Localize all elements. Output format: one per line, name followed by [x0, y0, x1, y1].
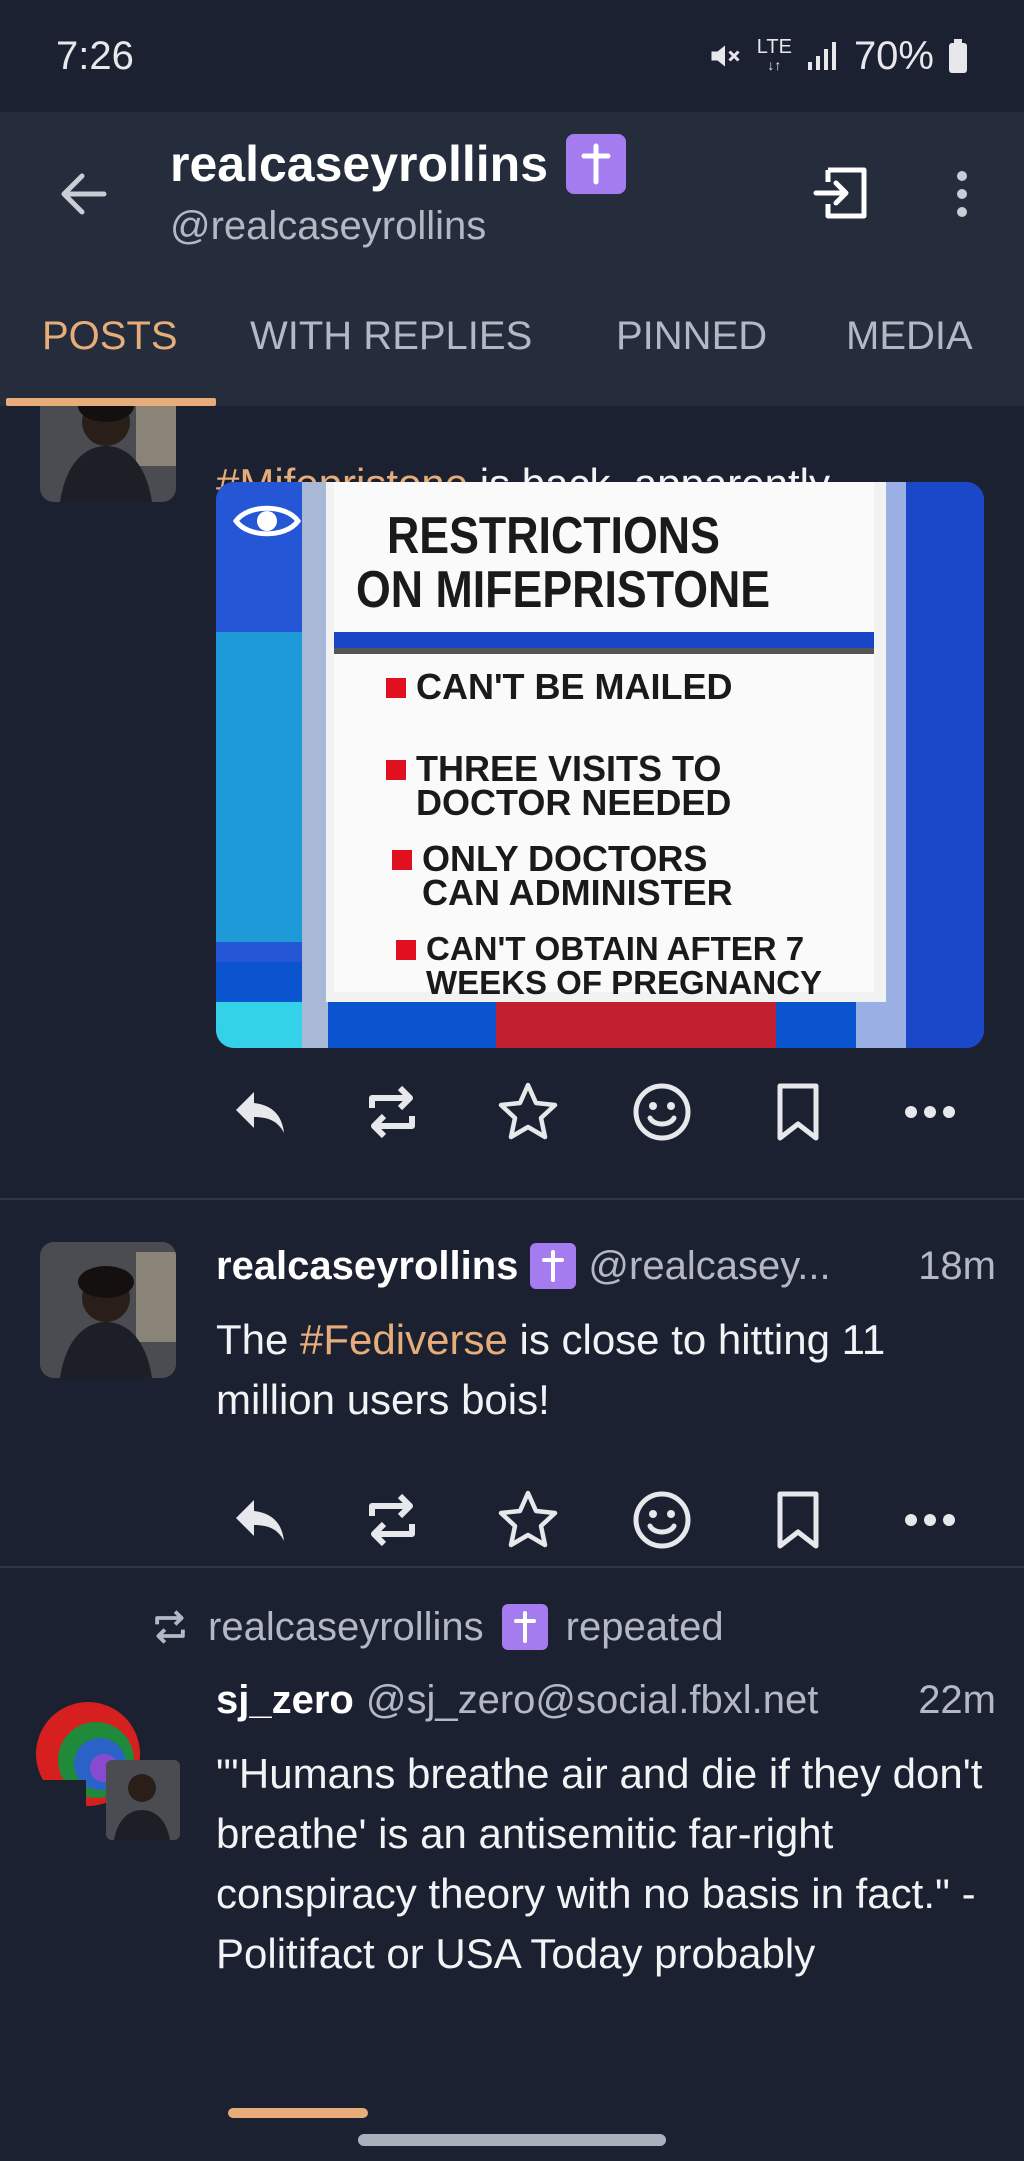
status-icons: LTE ↓↑ 70% — [707, 34, 968, 79]
battery-icon — [949, 39, 967, 73]
smiley-icon — [633, 1083, 691, 1141]
react-button[interactable] — [622, 1480, 702, 1560]
more-horizontal-icon — [905, 1514, 955, 1526]
repeat-icon — [369, 1493, 415, 1547]
post-actions — [216, 1480, 996, 1560]
author-name[interactable]: realcaseyrollins — [216, 1244, 518, 1289]
repeated-label: repeated — [565, 1604, 724, 1649]
smiley-icon — [633, 1491, 691, 1549]
author-name[interactable]: sj_zero — [216, 1678, 354, 1723]
author-handle[interactable]: @realcasey... — [588, 1244, 830, 1289]
profile-name: realcaseyrollins — [170, 136, 549, 192]
eye-icon — [232, 505, 302, 537]
logout-icon — [813, 167, 867, 219]
post-content: "'Humans breathe air and die if they don… — [216, 1750, 983, 1977]
tab-with-replies[interactable]: WITH REPLIES — [250, 314, 532, 359]
boost-button[interactable] — [352, 1072, 432, 1152]
repeat-icon — [155, 1610, 185, 1644]
media-attachment[interactable]: RESTRICTIONS ON MIFEPRISTONE CAN'T BE MA… — [216, 482, 984, 1048]
post-time: 22m — [918, 1677, 996, 1722]
repeated-by-line: realcaseyrollins repeated — [150, 1604, 724, 1650]
post-item[interactable]: #Mifepristone is back, apparently RESTRI… — [0, 406, 1024, 1141]
profile-handle: @realcaseyrollins — [170, 204, 487, 248]
boost-button[interactable] — [352, 1480, 432, 1560]
react-button[interactable] — [622, 1072, 702, 1152]
post-actions — [216, 1072, 996, 1152]
cross-badge-icon — [566, 134, 627, 194]
repeater-name[interactable]: realcaseyrollins — [208, 1605, 484, 1650]
post-time: 18m — [918, 1243, 996, 1288]
avatar[interactable] — [36, 1696, 180, 1840]
gesture-home-bar[interactable] — [358, 2134, 666, 2146]
bookmark-button[interactable] — [758, 1072, 838, 1152]
battery-percent: 70% — [853, 33, 934, 78]
media-bullet-list: CAN'T BE MAILED THREE VISITS TO DOCTOR NE… — [386, 669, 866, 1000]
signal-icon — [807, 42, 836, 70]
post-more-button[interactable] — [890, 1072, 970, 1152]
reply-button[interactable] — [220, 1072, 300, 1152]
favourite-button[interactable] — [488, 1072, 568, 1152]
mute-icon — [711, 45, 740, 67]
profile-tabs: POSTS WITH REPLIES PINNED MEDIA — [0, 292, 1024, 406]
profile-header: realcaseyrollins @realcaseyrollins — [0, 112, 1024, 292]
star-icon — [498, 1082, 558, 1140]
post-feed[interactable]: #Mifepristone is back, apparently RESTRI… — [0, 406, 1024, 2161]
tab-pinned[interactable]: PINNED — [616, 314, 767, 359]
cross-badge-icon — [530, 1243, 577, 1289]
tab-posts[interactable]: POSTS — [42, 314, 178, 359]
tab-media[interactable]: MEDIA — [846, 314, 973, 359]
more-vertical-icon — [957, 171, 967, 217]
reply-icon — [236, 1092, 284, 1133]
post-item[interactable]: realcaseyrollins repeated sj_zero @sj_ze… — [0, 1582, 1024, 2152]
post-item[interactable]: realcaseyrollins @realcasey... 18m The #… — [0, 1242, 1024, 1572]
bookmark-icon — [777, 1083, 819, 1141]
lte-indicator: LTE ↓↑ — [756, 36, 792, 73]
sj-zero-avatar — [36, 1702, 180, 1840]
star-icon — [498, 1490, 558, 1548]
back-button[interactable] — [52, 162, 116, 226]
cross-badge-icon — [501, 1604, 548, 1650]
next-post-indicator — [228, 2108, 368, 2118]
active-tab-indicator — [6, 398, 216, 406]
post-header: sj_zero @sj_zero@social.fbxl.net 22m — [216, 1670, 996, 1730]
bookmark-button[interactable] — [758, 1480, 838, 1560]
status-bar: 7:26 LTE ↓↑ 70% — [0, 0, 1024, 112]
more-horizontal-icon — [905, 1106, 955, 1118]
avatar[interactable] — [40, 406, 176, 502]
reply-icon — [236, 1500, 284, 1541]
post-divider — [0, 1198, 1024, 1200]
post-divider — [0, 1566, 1024, 1568]
repeat-icon — [369, 1085, 415, 1139]
status-time: 7:26 — [56, 33, 134, 78]
sensitive-toggle-button[interactable] — [232, 496, 302, 546]
profile-title-block: realcaseyrollins @realcaseyrollins — [170, 134, 627, 249]
post-more-button[interactable] — [890, 1480, 970, 1560]
media-overlay-text: RESTRICTIONS ON MIFEPRISTONE — [356, 507, 771, 619]
more-options-button[interactable] — [940, 162, 984, 226]
avatar[interactable] — [40, 1242, 176, 1378]
post-content: The #Fediverse is close to hitting 11 mi… — [216, 1316, 886, 1423]
bookmark-icon — [777, 1491, 819, 1549]
author-handle[interactable]: @sj_zero@social.fbxl.net — [366, 1678, 819, 1723]
post-header: realcaseyrollins @realcasey... 18m — [216, 1236, 996, 1296]
hashtag-link[interactable]: #Fediverse — [300, 1316, 508, 1363]
back-arrow-icon — [61, 173, 107, 215]
favourite-button[interactable] — [488, 1480, 568, 1560]
logout-button[interactable] — [810, 160, 876, 226]
reply-button[interactable] — [220, 1480, 300, 1560]
